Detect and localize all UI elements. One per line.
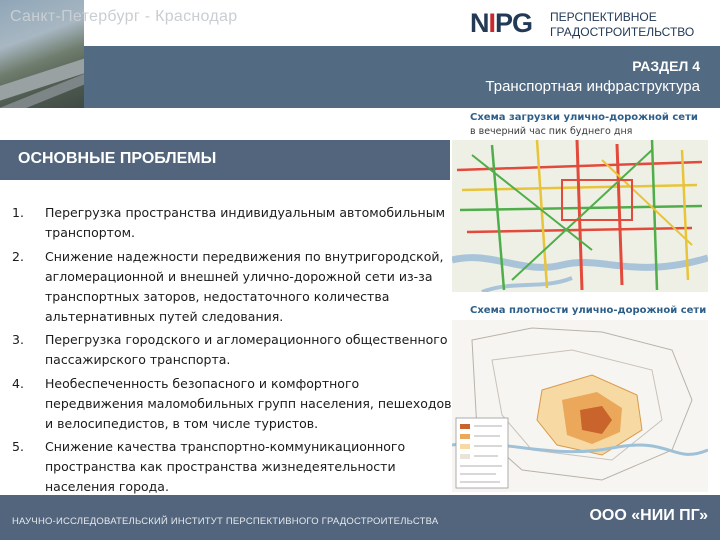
map1-subtitle: в вечерний час пик буднего дня [470,126,633,137]
footer-institute: НАУЧНО-ИССЛЕДОВАТЕЛЬСКИЙ ИНСТИТУТ ПЕРСПЕ… [12,516,439,527]
section-label: РАЗДЕЛ 4 [632,58,700,74]
list-text: Снижение качества транспортно-коммуникац… [45,439,406,494]
problems-list: 1. Перегрузка пространства индивидуальным… [12,203,452,501]
footer-company: ООО «НИИ ПГ» [589,507,708,524]
list-text: Необеспеченность безопасного и комфортно… [45,375,452,431]
traffic-load-map-graphic [451,139,709,294]
city-route-title: Санкт-Петербург - Краснодар [10,8,238,25]
section-title: Транспортная инфраструктура [485,78,700,95]
logo-line-1: ПЕРСПЕКТИВНОЕ [550,10,657,24]
list-number: 3. [12,332,24,347]
map2-title: Схема плотности улично-дорожной сети [470,305,707,316]
list-item: 3. Перегрузка городского и агломерационно… [12,330,452,370]
section-band [84,46,720,108]
list-number: 2. [12,248,24,264]
traffic-load-map [451,139,709,294]
list-number: 4. [12,375,24,391]
list-number: 5. [12,439,24,454]
list-item: 5. Снижение качества транспортно-коммуник… [12,437,452,497]
logo-mark: NIPG [470,8,533,38]
list-item: 4. Необеспеченность безопасного и комфорт… [12,374,452,434]
logo-line-2: ГРАДОСТРОИТЕЛЬСТВО [550,25,695,39]
list-text: Снижение надежности передвижения по внут… [45,248,444,324]
list-text: Перегрузка пространства индивидуальным а… [45,205,446,240]
list-text: Перегрузка городского и агломерационного… [45,332,448,367]
density-map [451,320,709,492]
list-number: 1. [12,205,24,220]
list-item: 2. Снижение надежности передвижения по вн… [12,247,452,327]
map1-title: Схема загрузки улично-дорожной сети [470,112,698,123]
problems-heading: ОСНОВНЫЕ ПРОБЛЕМЫ [18,150,217,167]
list-item: 1. Перегрузка пространства индивидуальным… [12,203,452,243]
logo-text: ПЕРСПЕКТИВНОЕ ГРАДОСТРОИТЕЛЬСТВО [550,10,694,40]
density-map-graphic [451,320,709,492]
